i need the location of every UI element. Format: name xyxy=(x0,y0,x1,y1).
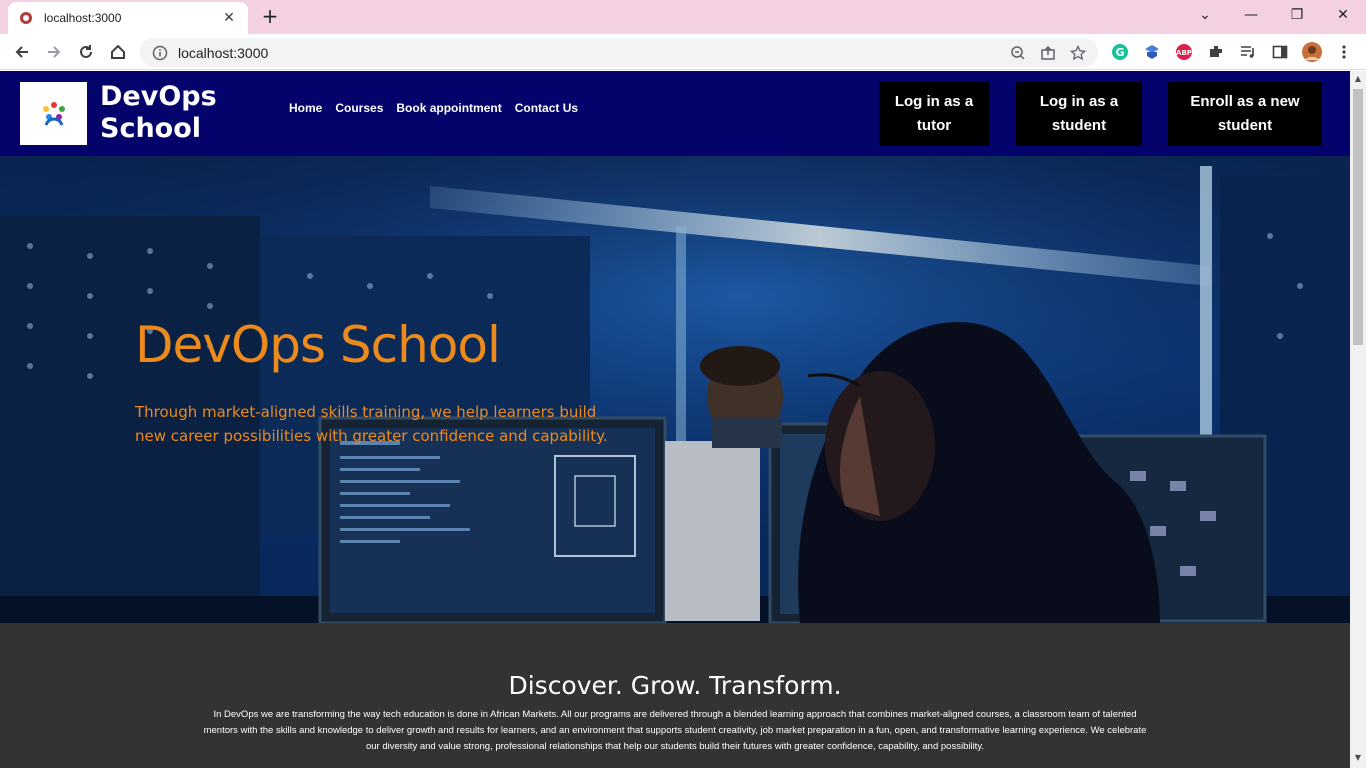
enroll-button[interactable]: Enroll as a new student xyxy=(1168,82,1322,146)
site-logo[interactable] xyxy=(20,82,87,145)
hero-background-image xyxy=(0,156,1350,623)
hero-section: DevOps School Through market-aligned ski… xyxy=(0,156,1350,623)
nav-contact-us[interactable]: Contact Us xyxy=(515,101,578,115)
chrome-menu-icon[interactable] xyxy=(1334,42,1354,62)
close-window-icon[interactable]: ✕ xyxy=(1320,0,1366,30)
brand-name[interactable]: DevOps School xyxy=(100,81,220,145)
zoom-icon[interactable] xyxy=(1010,45,1026,61)
close-tab-icon[interactable]: ✕ xyxy=(220,10,238,26)
address-bar[interactable]: localhost:3000 xyxy=(140,38,1098,67)
scrollbar-thumb[interactable] xyxy=(1353,89,1363,345)
tab-search-icon[interactable]: ⌄ xyxy=(1182,0,1228,30)
site-favicon-icon xyxy=(20,12,32,24)
scroll-down-arrow-icon[interactable]: ▼ xyxy=(1353,753,1363,763)
nav-book-appointment[interactable]: Book appointment xyxy=(396,101,501,115)
browser-tab[interactable]: localhost:3000 ✕ xyxy=(8,2,248,34)
media-control-icon[interactable] xyxy=(1238,42,1258,62)
profile-avatar[interactable] xyxy=(1302,42,1322,62)
site-nav: Home Courses Book appointment Contact Us xyxy=(289,101,578,115)
svg-text:G: G xyxy=(1115,46,1124,59)
browser-toolbar: localhost:3000 G ABP xyxy=(0,34,1366,70)
new-tab-button[interactable]: + xyxy=(258,5,282,29)
nav-home[interactable]: Home xyxy=(289,101,322,115)
extension-shield-icon[interactable] xyxy=(1142,42,1162,62)
site-header: DevOps School Home Courses Book appointm… xyxy=(0,71,1350,156)
about-body: In DevOps we are transforming the way te… xyxy=(203,709,1147,752)
hero-title: DevOps School xyxy=(135,316,501,374)
svg-text:ABP: ABP xyxy=(1176,49,1192,57)
nav-courses[interactable]: Courses xyxy=(335,101,383,115)
site-info-icon[interactable] xyxy=(152,45,168,61)
minimize-icon[interactable]: — xyxy=(1228,0,1274,30)
extensions-puzzle-icon[interactable] xyxy=(1206,42,1226,62)
forward-icon[interactable] xyxy=(40,38,68,66)
bookmark-star-icon[interactable] xyxy=(1070,44,1086,61)
reload-icon[interactable] xyxy=(72,38,100,66)
page-viewport: DevOps School Home Courses Book appointm… xyxy=(0,71,1350,768)
scroll-up-arrow-icon[interactable]: ▲ xyxy=(1353,74,1363,84)
page-scrollbar[interactable]: ▲ ▼ xyxy=(1350,71,1366,768)
back-icon[interactable] xyxy=(8,38,36,66)
side-panel-icon[interactable] xyxy=(1270,42,1290,62)
adblock-icon[interactable]: ABP xyxy=(1174,42,1194,62)
url-text: localhost:3000 xyxy=(178,44,269,61)
logo-people-icon xyxy=(42,101,65,126)
about-heading: Discover. Grow. Transform. xyxy=(508,671,842,700)
login-student-button[interactable]: Log in as a student xyxy=(1016,82,1142,146)
login-tutor-button[interactable]: Log in as a tutor xyxy=(879,82,989,146)
home-icon[interactable] xyxy=(104,38,132,66)
about-section: Discover. Grow. Transform. In DevOps we … xyxy=(0,623,1350,768)
hero-subtitle: Through market-aligned skills training, … xyxy=(135,403,608,445)
restore-icon[interactable]: ❐ xyxy=(1274,0,1320,30)
grammarly-icon[interactable]: G xyxy=(1110,42,1130,62)
browser-tab-bar: localhost:3000 ✕ + ⌄ — ❐ ✕ xyxy=(0,0,1366,34)
tab-title: localhost:3000 xyxy=(44,11,122,25)
share-icon[interactable] xyxy=(1040,45,1056,61)
